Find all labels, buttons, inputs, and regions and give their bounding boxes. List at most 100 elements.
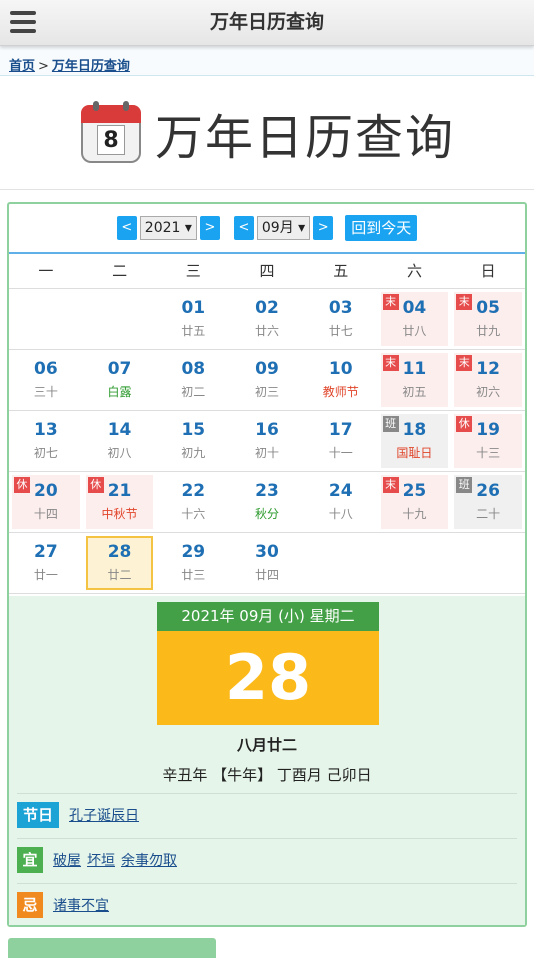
empty-day-cell	[451, 533, 525, 594]
weekday-label: 日	[480, 262, 496, 280]
month-select[interactable]: 09月 ▾	[256, 216, 311, 240]
day-cell[interactable]: 06 三十	[9, 350, 83, 411]
day-cell[interactable]: 14 初八	[82, 411, 157, 472]
empty-day-cell	[303, 533, 378, 594]
calendar-panel: < 2021 ▾ > < 09月 ▾ > 回到今天 一 二 三 四 五 六 日 …	[7, 202, 527, 927]
weekday-label: 三	[185, 262, 201, 280]
day-cell[interactable]: 08 初二	[156, 350, 231, 411]
day-cell[interactable]: 03 廿七	[303, 289, 378, 350]
day-cell[interactable]: 23 秋分	[230, 472, 304, 533]
selected-date-card: 2021年 09月 (小) 星期二 28	[157, 602, 379, 725]
day-cell[interactable]: 22 十六	[156, 472, 231, 533]
day-cell[interactable]: 末 12 初六	[451, 350, 525, 411]
day-badge: 末	[456, 294, 473, 310]
day-lunar: 廿五	[181, 324, 206, 338]
day-lunar: 三十	[33, 385, 58, 399]
selected-date-header: 2021年 09月 (小) 星期二	[157, 602, 379, 631]
yi-link[interactable]: 余事勿取	[121, 850, 177, 870]
day-lunar: 十四	[33, 507, 58, 521]
day-number: 22	[181, 481, 206, 501]
day-cell[interactable]: 28 廿二	[82, 533, 157, 594]
day-cell[interactable]: 休 19 十三	[451, 411, 525, 472]
day-number: 14	[107, 420, 132, 440]
day-cell[interactable]: 24 十八	[303, 472, 378, 533]
day-cell[interactable]: 29 廿三	[156, 533, 231, 594]
next-year-button[interactable]: >	[199, 216, 220, 240]
day-number: 24	[328, 481, 353, 501]
day-number: 09	[255, 359, 279, 379]
hamburger-menu-icon[interactable]	[10, 11, 36, 35]
day-cell[interactable]: 02 廿六	[230, 289, 304, 350]
day-lunar: 廿六	[254, 324, 279, 338]
day-cell[interactable]: 17 十一	[303, 411, 378, 472]
calendar-logo-icon: 8	[79, 100, 143, 165]
day-lunar: 廿二	[107, 568, 132, 582]
yi-link[interactable]: 破屋	[53, 850, 81, 870]
day-cell[interactable]: 01 廿五	[156, 289, 231, 350]
day-cell[interactable]: 休 21 中秋节	[82, 472, 157, 533]
day-number: 27	[34, 542, 58, 562]
day-number: 13	[34, 420, 58, 440]
yi-row: 宜 破屋 坏垣 余事勿取	[17, 838, 517, 880]
weekday-label: 六	[406, 262, 422, 280]
day-lunar: 初八	[107, 446, 132, 460]
next-month-button[interactable]: >	[313, 216, 334, 240]
day-lunar: 教师节	[322, 385, 359, 399]
day-number: 06	[34, 359, 58, 379]
day-lunar: 廿七	[328, 324, 353, 338]
day-lunar: 初十	[254, 446, 279, 460]
day-cell[interactable]: 末 04 廿八	[377, 289, 452, 350]
day-lunar: 白露	[107, 385, 132, 399]
day-cell[interactable]: 末 11 初五	[377, 350, 452, 411]
day-cell[interactable]: 09 初三	[230, 350, 304, 411]
day-cell[interactable]: 10 教师节	[303, 350, 378, 411]
day-lunar: 廿八	[402, 324, 427, 338]
day-lunar: 廿九	[476, 324, 501, 338]
weekday-label: 五	[333, 262, 349, 280]
year-select[interactable]: 2021 ▾	[139, 216, 197, 240]
breadcrumb-current-link[interactable]: 万年日历查询	[52, 59, 130, 74]
day-lunar	[88, 298, 152, 302]
yi-link[interactable]: 坏垣	[87, 850, 115, 870]
calendar-grid: 01 廿五 02 廿六 03 廿七 末 04 廿八末 05 廿九 06 三十 07 白露 08 初二 09 初三 10…	[9, 289, 525, 594]
page-hero: 8 万年日历查询	[0, 76, 534, 190]
ji-link[interactable]: 诸事不宜	[53, 895, 109, 915]
page-title: 万年日历查询	[154, 109, 455, 166]
weekday-label: 二	[112, 262, 128, 280]
selected-day-number: 28	[157, 631, 379, 725]
day-cell[interactable]: 班 26 二十	[451, 472, 525, 533]
festival-link[interactable]: 孔子诞辰日	[69, 805, 139, 825]
day-lunar: 廿三	[181, 568, 206, 582]
day-cell[interactable]: 16 初十	[230, 411, 304, 472]
day-cell[interactable]: 30 廿四	[230, 533, 304, 594]
day-number: 16	[255, 420, 279, 440]
day-lunar	[383, 542, 447, 546]
day-cell[interactable]: 15 初九	[156, 411, 231, 472]
day-cell[interactable]: 末 05 廿九	[451, 289, 525, 350]
lunar-date: 八月廿二	[236, 736, 297, 754]
day-cell[interactable]: 07 白露	[82, 350, 157, 411]
day-cell[interactable]: 末 25 十九	[377, 472, 452, 533]
bottom-tab-partial[interactable]	[8, 938, 216, 958]
prev-year-button[interactable]: <	[116, 216, 137, 240]
day-badge: 末	[382, 477, 399, 493]
day-number: 28	[107, 542, 132, 562]
breadcrumb-home-link[interactable]: 首页	[9, 59, 35, 74]
day-cell[interactable]: 27 廿一	[9, 533, 83, 594]
day-cell[interactable]: 班 18 国耻日	[377, 411, 452, 472]
day-lunar: 十一	[328, 446, 353, 460]
day-badge: 末	[382, 294, 399, 310]
breadcrumb: 首页 > 万年日历查询	[0, 46, 534, 76]
back-to-today-button[interactable]: 回到今天	[345, 215, 418, 241]
day-cell[interactable]: 休 20 十四	[9, 472, 83, 533]
day-number: 17	[328, 420, 353, 440]
day-badge: 末	[456, 355, 473, 371]
day-lunar: 初六	[476, 385, 501, 399]
day-lunar: 十九	[402, 507, 427, 521]
yi-tag: 宜	[17, 846, 43, 873]
empty-day-cell	[82, 289, 157, 350]
day-cell[interactable]: 13 初七	[9, 411, 83, 472]
weekday-label: 一	[38, 262, 54, 280]
day-lunar: 中秋节	[101, 507, 138, 521]
prev-month-button[interactable]: <	[233, 216, 254, 240]
